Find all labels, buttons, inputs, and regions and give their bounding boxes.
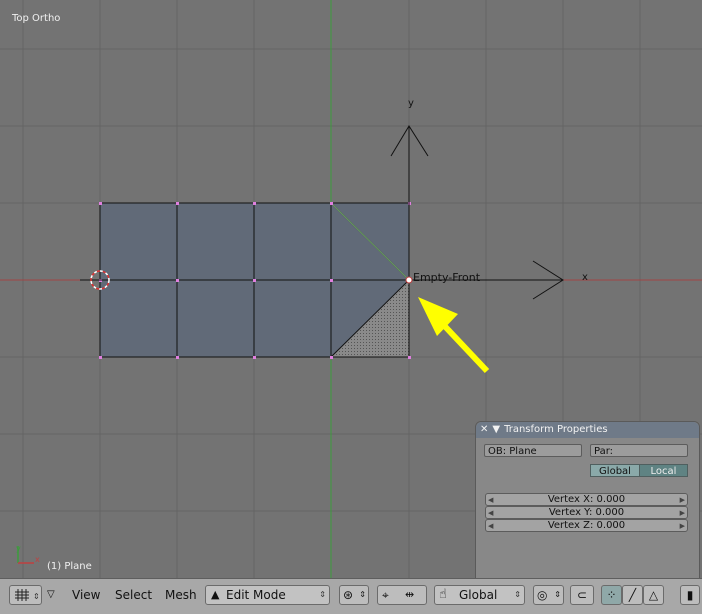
close-icon[interactable]: ✕: [480, 422, 488, 438]
hand-icon: ☝: [439, 587, 447, 602]
edge-select-button[interactable]: ╱: [622, 585, 643, 605]
svg-text:y: y: [16, 544, 21, 553]
viewport-header: ⇕ ▽ View Select Mesh ▲ Edit Mode ⇕ ⊛ ⇕ ⌖ ⇹…: [0, 578, 702, 614]
vertex-y-value: Vertex Y: 0.000: [548, 507, 625, 518]
object-name-field[interactable]: OB: Plane: [484, 444, 582, 457]
shading-icon: ⊛: [343, 588, 354, 602]
empty-origin[interactable]: [405, 276, 413, 284]
updown-icon: ⇕: [514, 590, 521, 599]
panel-title: Transform Properties: [504, 424, 608, 435]
proportional-edit-button[interactable]: ◎ ⇕: [533, 585, 564, 605]
object-name-label: (1) Plane: [47, 561, 92, 572]
face-select-button[interactable]: △: [643, 585, 664, 605]
empty-y-axis-label: y: [408, 98, 414, 109]
parent-field[interactable]: Par:: [590, 444, 688, 457]
pivot-button[interactable]: ⌖ ⇹: [377, 585, 427, 605]
magnet-icon: ⊂: [576, 588, 588, 602]
vertex-z-field[interactable]: ◀ Vertex Z: 0.000 ▶: [485, 519, 688, 532]
face-select-icon: △: [648, 588, 659, 602]
grid-icon: ⇕: [15, 589, 40, 601]
local-toggle-button[interactable]: Local: [639, 464, 688, 477]
decrement-icon[interactable]: ◀: [488, 507, 493, 519]
decrement-icon[interactable]: ◀: [488, 494, 493, 506]
snap-button[interactable]: ⊂: [570, 585, 594, 605]
view-name-label: Top Ortho: [12, 13, 61, 24]
updown-icon: ⇕: [554, 590, 561, 599]
panel-title-bar[interactable]: ✕ ▼ Transform Properties: [476, 422, 699, 438]
vertex-select-button[interactable]: ⁘: [601, 585, 622, 605]
orientation-select[interactable]: ☝ Global ⇕: [434, 585, 525, 605]
transform-properties-panel[interactable]: ✕ ▼ Transform Properties OB: Plane Par: Gl…: [475, 421, 700, 580]
orientation-value: Global: [459, 588, 498, 602]
empty-x-axis-label: x: [582, 272, 588, 283]
vertex-select-icon: ⁘: [606, 588, 617, 602]
mode-select[interactable]: ▲ Edit Mode ⇕: [205, 585, 330, 605]
empty-name-label: Empty-Front: [413, 271, 481, 284]
vertex-x-value: Vertex X: 0.000: [547, 494, 626, 505]
edit-mode-icon: ▲: [211, 588, 220, 601]
updown-icon: ⇕: [319, 590, 326, 599]
vertex-y-field[interactable]: ◀ Vertex Y: 0.000 ▶: [485, 506, 688, 519]
global-toggle-button[interactable]: Global: [590, 464, 640, 477]
increment-icon[interactable]: ▶: [680, 520, 685, 532]
manipulator-icon: ⇹: [405, 588, 415, 601]
menu-mesh[interactable]: Mesh: [165, 585, 197, 605]
collapse-icon[interactable]: ▼: [492, 422, 500, 438]
mode-value: Edit Mode: [226, 588, 286, 602]
increment-icon[interactable]: ▶: [680, 494, 685, 506]
draw-type-button[interactable]: ⊛ ⇕: [339, 585, 369, 605]
edge-select-icon: ╱: [628, 588, 637, 602]
proportional-icon: ◎: [537, 588, 548, 602]
yellow-arrow-annotation: [418, 297, 490, 374]
svg-text:x: x: [35, 555, 40, 564]
svg-text:⇕: ⇕: [33, 592, 40, 601]
pivot-icon: ⌖: [382, 588, 389, 602]
updown-icon: ⇕: [359, 590, 366, 599]
occlude-icon: ▮: [686, 588, 694, 602]
decrement-icon[interactable]: ◀: [488, 520, 493, 532]
menu-select[interactable]: Select: [115, 585, 152, 605]
mesh-plane[interactable]: [99, 202, 411, 359]
vertex-z-value: Vertex Z: 0.000: [547, 520, 626, 531]
vertex-x-field[interactable]: ◀ Vertex X: 0.000 ▶: [485, 493, 688, 506]
menu-view[interactable]: View: [72, 585, 100, 605]
editor-type-button[interactable]: ⇕: [9, 585, 42, 605]
occlude-geometry-button[interactable]: ▮: [680, 585, 700, 605]
increment-icon[interactable]: ▶: [680, 507, 685, 519]
collapse-menu-icon[interactable]: ▽: [47, 585, 55, 605]
view-axis-gizmo: y x: [16, 544, 40, 564]
